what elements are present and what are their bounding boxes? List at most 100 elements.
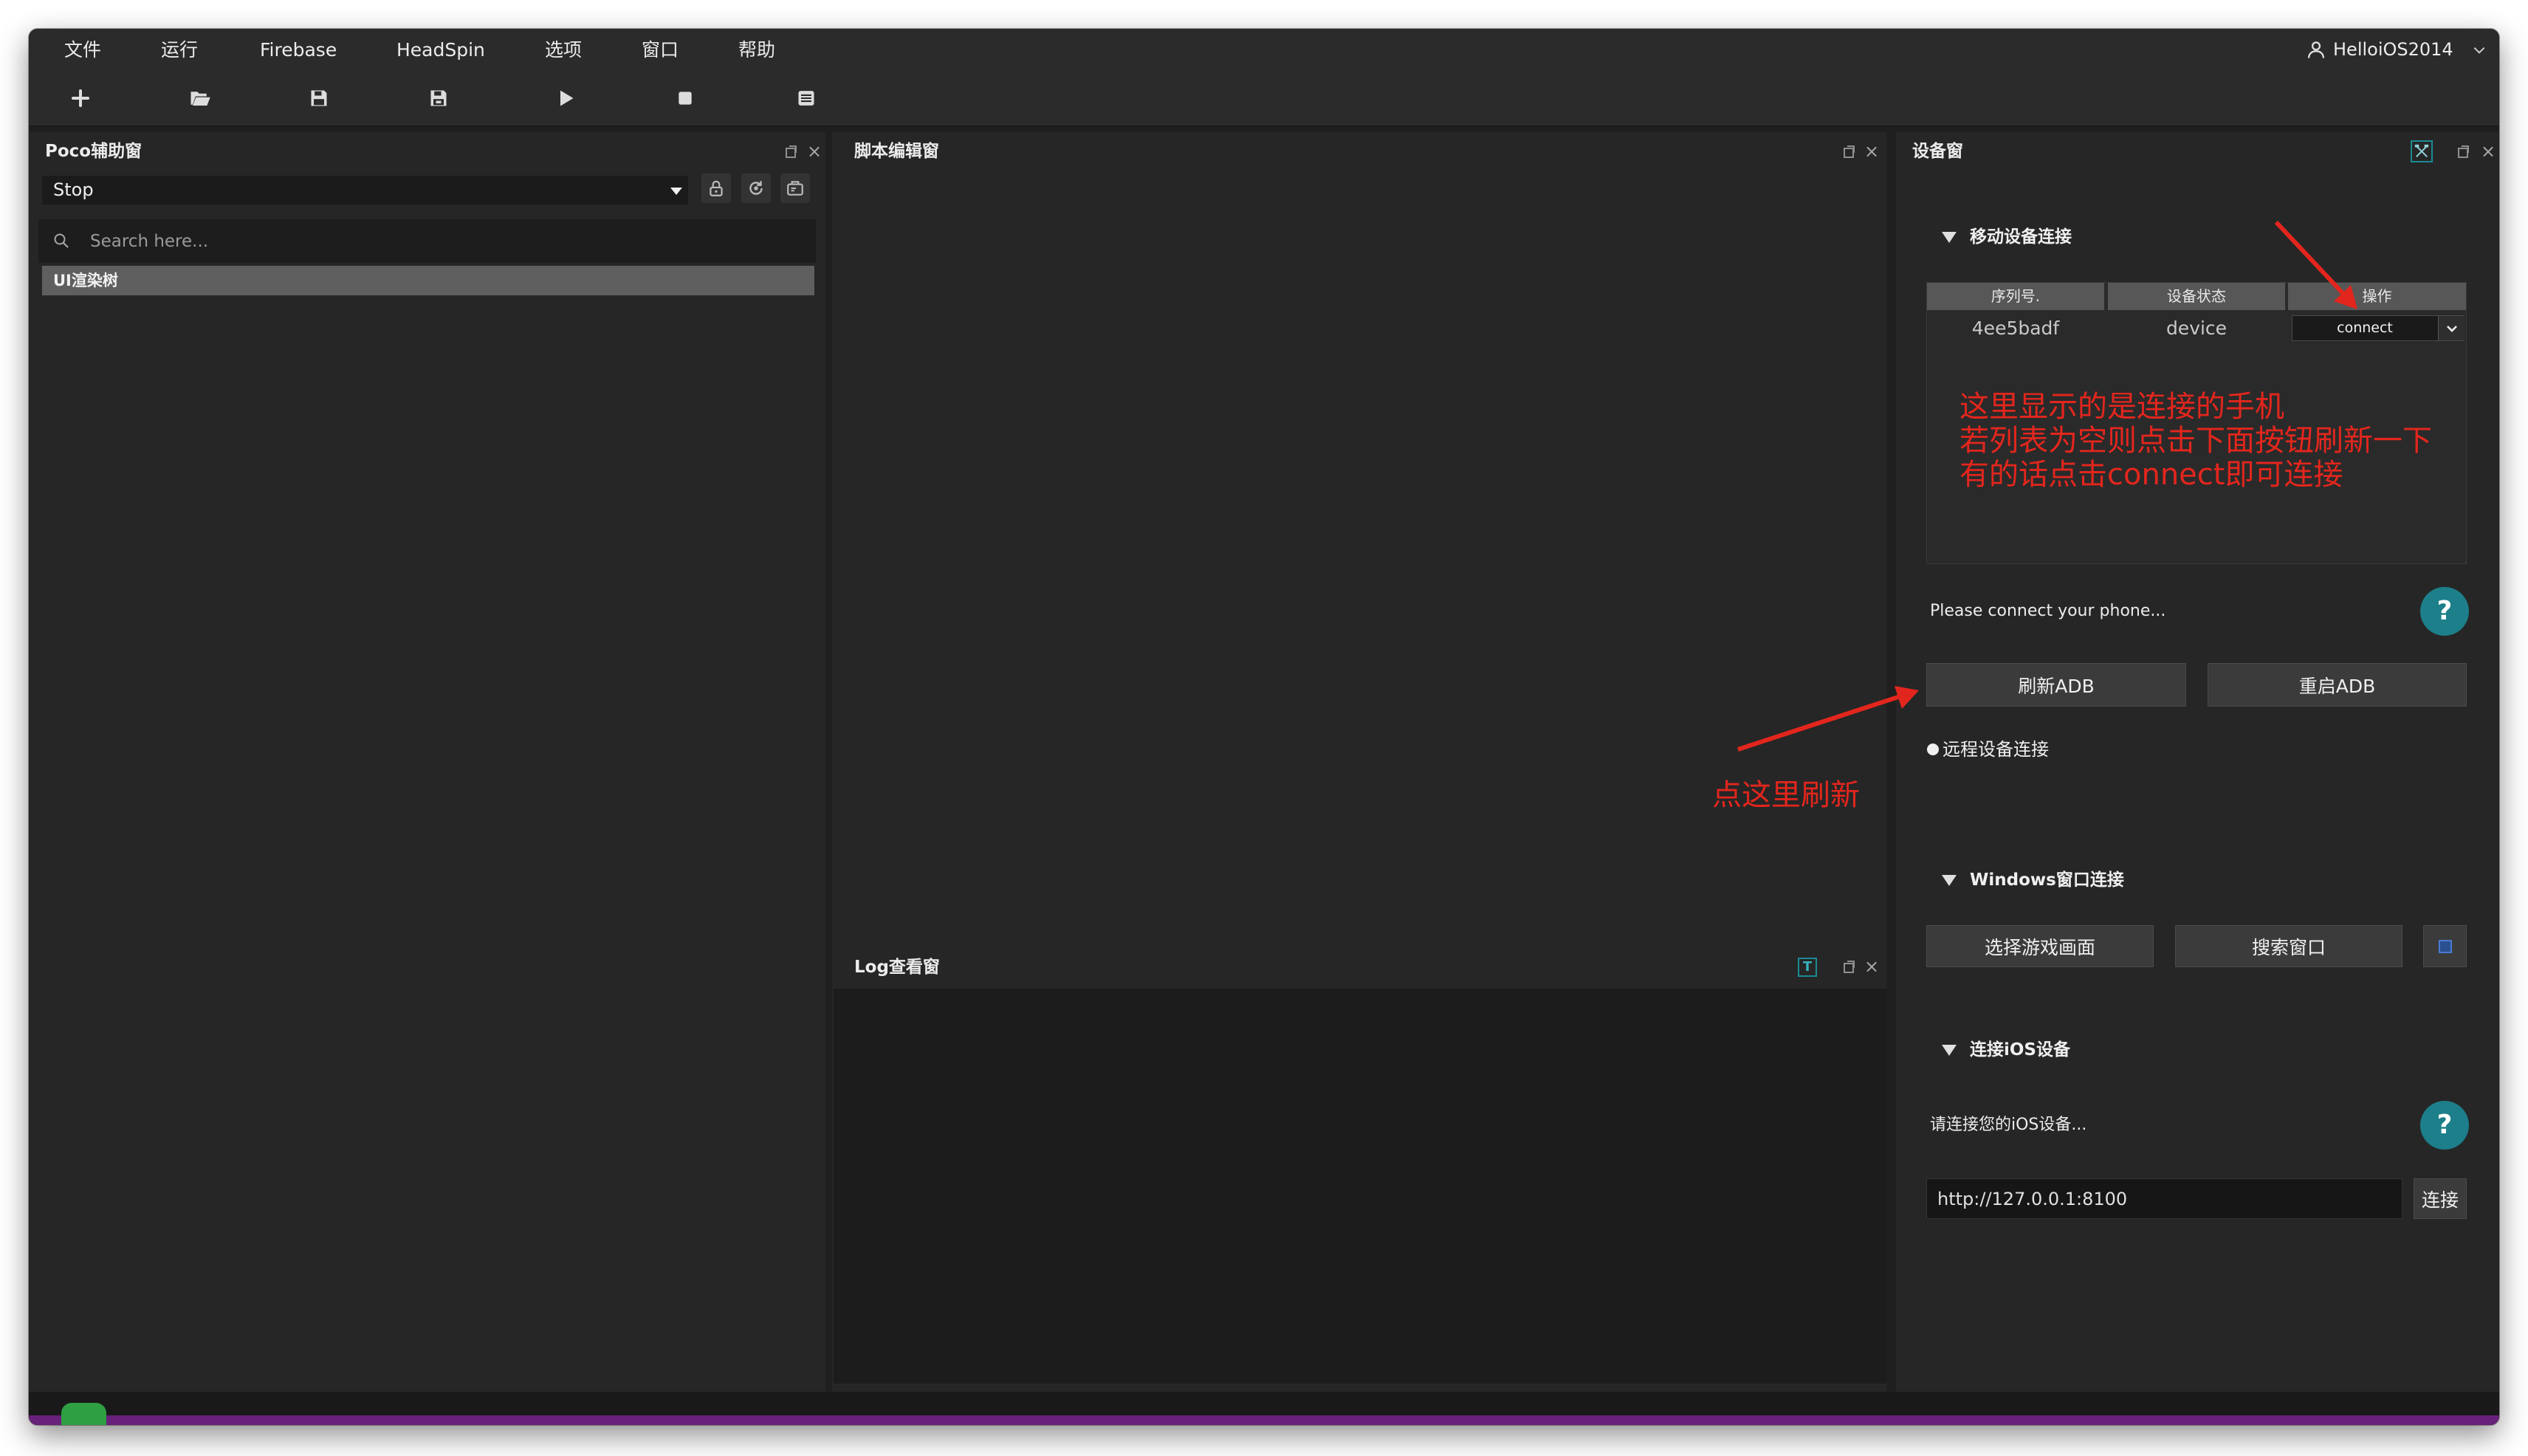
close-icon[interactable]: × bbox=[2481, 142, 2496, 160]
log-panel-title: Log查看窗 bbox=[854, 958, 940, 977]
collapse-arrow-icon bbox=[1942, 232, 1957, 243]
device-serial-cell: 4ee5badf bbox=[1971, 317, 2060, 339]
float-icon[interactable] bbox=[1844, 961, 1855, 973]
screenshot-button[interactable] bbox=[780, 174, 810, 203]
window-picker-icon bbox=[2438, 939, 2452, 953]
person-icon bbox=[2307, 41, 2325, 58]
remote-section-title: 远程设备连接 bbox=[1943, 739, 2049, 760]
bullet-icon bbox=[1927, 744, 1939, 755]
script-panel-title: 脚本编辑窗 bbox=[854, 142, 939, 161]
log-filter-icon[interactable]: T bbox=[1798, 958, 1817, 977]
ios-connect-button[interactable]: 连接 bbox=[2414, 1178, 2467, 1219]
poco-mode-value: Stop bbox=[53, 179, 94, 200]
save-as-button[interactable] bbox=[422, 82, 455, 114]
mobile-section-header[interactable]: 移动设备连接 bbox=[1942, 226, 2237, 248]
play-icon bbox=[560, 90, 574, 106]
app-window: 文件 运行 Firebase HeadSpin 选项 窗口 帮助 HelloiO… bbox=[29, 29, 2499, 1425]
refresh-tree-button[interactable] bbox=[741, 174, 771, 203]
phone-status-text: Please connect your phone... bbox=[1930, 602, 2166, 620]
remote-section-header[interactable]: 远程设备连接 bbox=[1926, 738, 2147, 760]
menu-firebase[interactable]: Firebase bbox=[260, 29, 337, 71]
table-annotation: 这里显示的是连接的手机 若列表为空则点击下面按钮刷新一下 有的话点击connec… bbox=[1959, 390, 2432, 492]
lock-icon bbox=[710, 180, 723, 196]
dropdown-arrow-icon bbox=[670, 188, 682, 195]
dropdown-toggle[interactable] bbox=[2438, 316, 2465, 340]
device-panel-title: 设备窗 bbox=[1912, 142, 1963, 161]
list-icon bbox=[798, 91, 814, 106]
windows-section-header[interactable]: Windows窗口连接 bbox=[1942, 869, 2252, 891]
select-game-screen-button[interactable]: 选择游戏画面 bbox=[1926, 925, 2154, 967]
ios-status-text: 请连接您的iOS设备... bbox=[1930, 1116, 2087, 1134]
mobile-section-title: 移动设备连接 bbox=[1970, 227, 2072, 247]
ios-url-input[interactable] bbox=[1926, 1178, 2402, 1219]
column-header-action: 操作 bbox=[2288, 283, 2466, 310]
close-icon[interactable]: × bbox=[1864, 958, 1879, 975]
menu-headspin[interactable]: HeadSpin bbox=[396, 29, 485, 71]
lock-button[interactable] bbox=[701, 174, 731, 203]
float-icon[interactable] bbox=[2458, 145, 2469, 158]
device-tools-button[interactable] bbox=[2411, 140, 2433, 162]
search-window-button[interactable]: 搜索窗口 bbox=[2175, 925, 2402, 967]
menu-run[interactable]: 运行 bbox=[161, 29, 198, 71]
save-button[interactable] bbox=[303, 82, 335, 114]
chevron-down-icon bbox=[2446, 325, 2457, 332]
help-button[interactable]: ? bbox=[2420, 587, 2469, 636]
plus-icon bbox=[72, 89, 89, 107]
device-action-dropdown[interactable]: connect bbox=[2292, 315, 2465, 341]
poco-mode-select[interactable]: Stop bbox=[42, 176, 688, 205]
chevron-down-icon bbox=[2473, 47, 2485, 54]
annotation-line: 这里显示的是连接的手机 bbox=[1959, 390, 2284, 424]
refresh-icon bbox=[749, 181, 763, 195]
float-icon[interactable] bbox=[1844, 145, 1855, 158]
open-folder-icon bbox=[190, 92, 210, 106]
stop-icon bbox=[679, 92, 692, 105]
annotation-line: 有的话点击connect即可连接 bbox=[1959, 458, 2343, 492]
close-icon[interactable]: × bbox=[807, 142, 822, 160]
refresh-adb-button[interactable]: 刷新ADB bbox=[1926, 663, 2186, 707]
collapse-arrow-icon bbox=[1942, 1045, 1957, 1056]
log-view-button[interactable] bbox=[790, 82, 822, 114]
poco-panel-title: Poco辅助窗 bbox=[45, 142, 142, 161]
tools-icon bbox=[2414, 144, 2429, 158]
device-panel: 设备窗 × 移动设备连接 序列号. 设备状态 操作 4ee5badf devic… bbox=[1896, 132, 2499, 1392]
user-menu[interactable]: HelloiOS2014 bbox=[2303, 29, 2491, 71]
close-icon[interactable]: × bbox=[1864, 142, 1879, 160]
menu-window[interactable]: 窗口 bbox=[642, 29, 679, 71]
save-icon bbox=[311, 90, 327, 106]
refresh-annotation: 点这里刷新 bbox=[1712, 778, 1860, 812]
save-as-icon bbox=[430, 90, 447, 106]
log-content-area[interactable] bbox=[834, 989, 1886, 1384]
toolbar bbox=[29, 71, 2499, 127]
menu-file[interactable]: 文件 bbox=[64, 29, 101, 71]
column-header-status: 设备状态 bbox=[2108, 283, 2285, 310]
annotation-line: 若列表为空则点击下面按钮刷新一下 bbox=[1959, 424, 2432, 458]
poco-panel: Poco辅助窗 × Stop Search here... UI渲染树 bbox=[29, 132, 825, 1392]
menu-options[interactable]: 选项 bbox=[545, 29, 582, 71]
status-bar-strip bbox=[29, 1415, 2499, 1425]
ios-section-header[interactable]: 连接iOS设备 bbox=[1942, 1039, 2237, 1061]
user-name: HelloiOS2014 bbox=[2333, 39, 2453, 60]
float-icon[interactable] bbox=[786, 145, 797, 158]
window-picker-button[interactable] bbox=[2423, 925, 2467, 967]
poco-search-input[interactable] bbox=[38, 219, 816, 263]
stop-button[interactable] bbox=[669, 82, 701, 114]
help-button[interactable]: ? bbox=[2420, 1101, 2469, 1150]
ui-tree-root[interactable]: UI渲染树 bbox=[42, 266, 814, 295]
script-editor-panel: 脚本编辑窗 × bbox=[832, 132, 1886, 951]
column-header-serial: 序列号. bbox=[1927, 283, 2104, 310]
menu-bar: 文件 运行 Firebase HeadSpin 选项 窗口 帮助 HelloiO… bbox=[29, 29, 2499, 71]
run-button[interactable] bbox=[549, 82, 582, 114]
ios-section-title: 连接iOS设备 bbox=[1970, 1040, 2071, 1060]
poco-search-box bbox=[38, 219, 816, 263]
device-action-value: connect bbox=[2337, 320, 2393, 336]
log-panel: Log查看窗 T × bbox=[832, 951, 1886, 1392]
restart-adb-button[interactable]: 重启ADB bbox=[2208, 663, 2467, 707]
remote-indicator[interactable] bbox=[61, 1403, 106, 1425]
menu-help[interactable]: 帮助 bbox=[738, 29, 775, 71]
new-script-button[interactable] bbox=[64, 82, 97, 114]
open-script-button[interactable] bbox=[184, 82, 216, 114]
status-bar bbox=[29, 1392, 2499, 1425]
screenshot-icon bbox=[787, 181, 803, 196]
windows-section-title: Windows窗口连接 bbox=[1970, 870, 2124, 890]
device-table: 序列号. 设备状态 操作 4ee5badf device connect 这里显… bbox=[1926, 282, 2467, 564]
